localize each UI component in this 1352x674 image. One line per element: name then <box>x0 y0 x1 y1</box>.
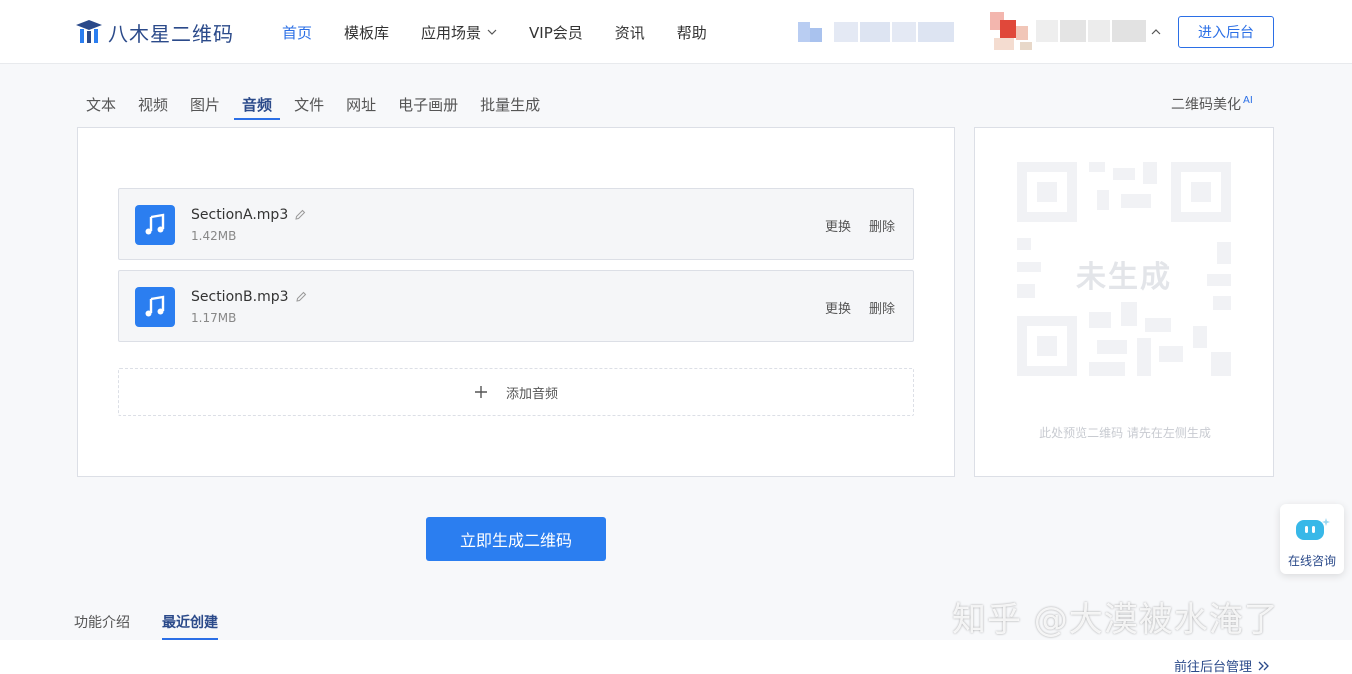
online-consult-label: 在线咨询 <box>1287 554 1336 568</box>
file-size: 1.42MB <box>191 229 237 243</box>
tab-text[interactable]: 文本 <box>78 86 124 120</box>
nav-help[interactable]: 帮助 <box>677 22 707 43</box>
nav-news-label: 资讯 <box>614 23 645 42</box>
qr-preview-hint: 此处预览二维码 请先在左侧生成 <box>1039 426 1211 440</box>
online-consult-widget[interactable]: 在线咨询 <box>1280 504 1344 574</box>
qr-status-text: 未生成 <box>1076 260 1172 295</box>
ai-badge: AI <box>1243 95 1253 107</box>
nav-scenarios-label: 应用场景 <box>421 23 482 42</box>
nav-home-label: 首页 <box>282 23 313 42</box>
music-note-icon <box>135 205 175 245</box>
audio-upload-panel: SectionA.mp3 1.42MB 更换 删除 SectionB.mp3 1… <box>77 127 955 477</box>
chevron-down-icon <box>487 29 497 35</box>
tab-recent-created[interactable]: 最近创建 <box>162 612 218 640</box>
music-note-icon <box>135 287 175 327</box>
recent-list-area <box>0 640 1352 674</box>
main-nav: 首页 模板库 应用场景 VIP会员 资讯 帮助 <box>282 0 739 64</box>
file-size: 1.17MB <box>191 311 237 325</box>
audio-file-item: SectionA.mp3 1.42MB 更换 删除 <box>118 188 914 260</box>
add-audio-button[interactable]: 添加音频 <box>118 368 914 416</box>
logo-text: 八木星二维码 <box>108 21 234 46</box>
blurred-user-avatar[interactable] <box>990 12 1148 52</box>
chevron-up-icon[interactable] <box>1150 26 1162 38</box>
tab-image[interactable]: 图片 <box>182 86 228 120</box>
pencil-icon[interactable] <box>295 291 307 303</box>
tab-batch[interactable]: 批量生成 <box>472 86 548 120</box>
top-header: 八木星二维码 首页 模板库 应用场景 VIP会员 资讯 帮助 进入后台 <box>0 0 1352 64</box>
nav-help-label: 帮助 <box>676 23 707 42</box>
file-name-text: SectionB.mp3 <box>191 289 289 305</box>
logo-icon <box>76 20 102 43</box>
pencil-icon[interactable] <box>294 209 306 221</box>
enter-backend-button[interactable]: 进入后台 <box>1178 16 1274 48</box>
audio-file-item: SectionB.mp3 1.17MB 更换 删除 <box>118 270 914 342</box>
replace-button[interactable]: 更换 <box>825 216 851 235</box>
delete-button[interactable]: 删除 <box>869 216 895 235</box>
nav-templates[interactable]: 模板库 <box>344 22 389 43</box>
nav-news[interactable]: 资讯 <box>615 22 645 43</box>
watermark-text: 知乎 @大漠被水淹了 <box>952 600 1279 640</box>
add-audio-label: 添加音频 <box>505 386 558 402</box>
tab-video[interactable]: 视频 <box>130 86 176 120</box>
replace-button[interactable]: 更换 <box>825 298 851 317</box>
file-name: SectionA.mp3 <box>191 207 306 223</box>
qr-type-tabs: 文本 视频 图片 音频 文件 网址 电子画册 批量生成 <box>78 86 554 120</box>
nav-templates-label: 模板库 <box>344 23 390 42</box>
tab-audio[interactable]: 音频 <box>234 86 281 120</box>
qr-placeholder: 未生成 <box>1017 162 1231 376</box>
go-backend-label: 前往后台管理 <box>1174 660 1253 674</box>
tab-file[interactable]: 文件 <box>286 86 332 120</box>
go-backend-link[interactable]: 前往后台管理 <box>1174 656 1270 674</box>
bottom-tabs: 功能介绍 最近创建 <box>74 612 250 640</box>
tab-url[interactable]: 网址 <box>338 86 384 120</box>
nav-scenarios[interactable]: 应用场景 <box>421 22 497 43</box>
nav-vip-label: VIP会员 <box>529 23 583 42</box>
chatbot-icon <box>1296 518 1330 540</box>
plus-icon <box>474 386 487 398</box>
qr-preview-panel: 未生成 此处预览二维码 请先在左侧生成 <box>974 127 1274 477</box>
qr-beautify-link[interactable]: 二维码美化 AI <box>1171 94 1253 114</box>
tab-feature-intro[interactable]: 功能介绍 <box>74 612 130 640</box>
file-name-text: SectionA.mp3 <box>191 207 289 223</box>
double-chevron-right-icon <box>1258 661 1269 670</box>
beautify-label: 二维码美化 <box>1171 97 1241 113</box>
nav-vip[interactable]: VIP会员 <box>529 22 583 43</box>
tab-ebook[interactable]: 电子画册 <box>390 86 466 120</box>
delete-button[interactable]: 删除 <box>869 298 895 317</box>
generate-qr-button[interactable]: 立即生成二维码 <box>426 517 606 561</box>
blurred-account-info <box>798 22 954 42</box>
file-name: SectionB.mp3 <box>191 289 307 305</box>
site-logo[interactable]: 八木星二维码 <box>74 16 234 48</box>
nav-home[interactable]: 首页 <box>282 22 312 43</box>
